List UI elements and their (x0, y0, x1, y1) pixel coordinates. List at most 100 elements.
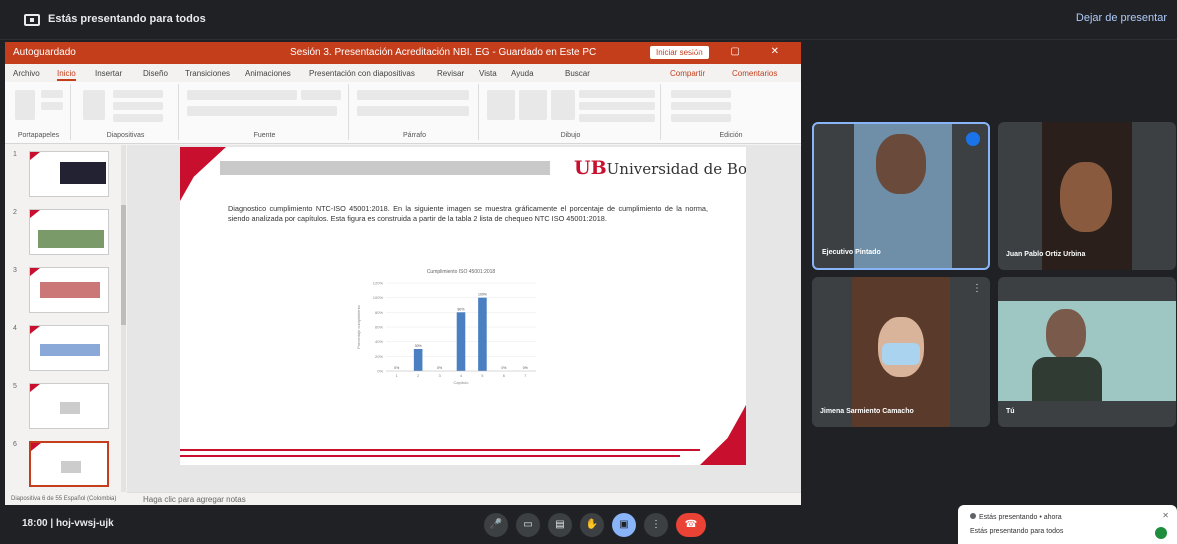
stop-presenting-button[interactable]: Dejar de presentar (1076, 12, 1167, 24)
tab-archivo[interactable]: Archivo (13, 69, 40, 78)
participant-tile[interactable]: Juan Pablo Ortiz Urbina (998, 122, 1176, 270)
participant-face (1060, 162, 1112, 232)
cut-button[interactable] (41, 90, 63, 98)
replace-button[interactable] (671, 102, 731, 110)
file-title: Sesión 3. Presentación Acreditación NBI.… (290, 47, 597, 58)
thumbnail-scrollbar[interactable] (121, 145, 126, 492)
y-tick-label: 80% (375, 310, 383, 315)
group-paragraph: Párrafo (351, 84, 479, 140)
x-tick-label: 3 (438, 373, 441, 378)
y-tick-label: 120% (373, 281, 384, 286)
copy-button[interactable] (41, 102, 63, 110)
group-label: Dibujo (560, 132, 581, 139)
chart-bar (478, 297, 487, 371)
tab-vista[interactable]: Vista (479, 69, 497, 78)
group-label: Edición (719, 132, 743, 139)
list-buttons[interactable] (357, 90, 469, 100)
share-button[interactable]: Compartir (670, 69, 705, 78)
presenting-bar: Estás presentando para todos Dejar de pr… (0, 0, 1177, 40)
thumb-number: 5 (13, 383, 17, 390)
captions-icon[interactable]: ▤ (548, 513, 572, 537)
tab-ayuda[interactable]: Ayuda (511, 69, 534, 78)
section-button[interactable] (113, 114, 163, 122)
slide-thumbnail[interactable] (29, 209, 109, 255)
notes-pane[interactable]: Haga clic para agregar notas (127, 492, 801, 505)
data-label: 0% (501, 366, 506, 370)
autosave-toggle[interactable]: Autoguardado (13, 47, 76, 58)
group-clipboard: Portapapeles (7, 84, 71, 140)
participant-tile[interactable]: Tú (998, 277, 1176, 427)
check-icon[interactable] (1155, 527, 1167, 539)
participant-name: Tú (1006, 408, 1015, 415)
participant-face (1046, 309, 1086, 359)
y-tick-label: 100% (373, 295, 384, 300)
shape-effects-button[interactable] (579, 114, 655, 122)
red-footer-lines (180, 449, 700, 461)
shape-outline-button[interactable] (579, 102, 655, 110)
x-tick-label: 4 (460, 373, 463, 378)
powerpoint-window: Autoguardado Sesión 3. Presentación Acre… (5, 42, 801, 505)
chart-bar (413, 349, 423, 371)
select-button[interactable] (671, 114, 731, 122)
comments-button[interactable]: Comentarios (732, 69, 777, 78)
search-tab[interactable]: Buscar (565, 69, 590, 78)
presenting-title: Estás presentando para todos (48, 13, 206, 25)
y-tick-label: 20% (375, 354, 383, 359)
slide[interactable]: UBUniversidad de Boyacá Diagnostico cump… (180, 147, 746, 465)
participant-name: Juan Pablo Ortiz Urbina (1006, 251, 1086, 258)
slide-thumbnail[interactable] (29, 267, 109, 313)
paste-button[interactable] (15, 90, 35, 120)
y-axis-label: Porcentaje cumplimiento (356, 304, 361, 349)
participant-face (876, 134, 926, 194)
hangup-icon[interactable]: ☎ (676, 513, 706, 537)
group-editing: Edición (663, 84, 799, 140)
group-label: Fuente (253, 132, 276, 139)
mic-icon[interactable]: 🎤 (484, 513, 508, 537)
tab-inicio[interactable]: Inicio (57, 69, 76, 81)
tab-diseno[interactable]: Diseño (143, 69, 168, 78)
tab-presentacion[interactable]: Presentación con diapositivas (309, 69, 415, 78)
tab-revisar[interactable]: Revisar (437, 69, 464, 78)
meet-window: Estás presentando para todos Dejar de pr… (0, 0, 1177, 544)
raise-hand-icon[interactable]: ✋ (580, 513, 604, 537)
more-options-icon[interactable]: ⋮ (972, 283, 982, 294)
font-format-buttons[interactable] (187, 106, 337, 116)
group-label: Párrafo (403, 132, 426, 139)
ribbon-tabs: Archivo Inicio Insertar Diseño Transicio… (5, 64, 801, 82)
align-buttons[interactable] (357, 106, 469, 116)
arrange-button[interactable] (487, 90, 515, 120)
slide-thumbnail[interactable] (29, 325, 109, 371)
shape-styles-button[interactable] (551, 90, 575, 120)
grey-header-bar (220, 161, 550, 175)
layout-button[interactable] (113, 90, 163, 98)
camera-icon[interactable]: ▭ (516, 513, 540, 537)
new-slide-button[interactable] (83, 90, 105, 120)
window-controls[interactable]: — ▢ ✕ (690, 46, 793, 57)
tab-animaciones[interactable]: Animaciones (245, 69, 291, 78)
participant-tile[interactable]: Ejecutivo Pintado (812, 122, 990, 270)
compliance-chart: Cumplimiento ISO 45001:2018 0% 20% 40% 60% 80… (350, 265, 550, 395)
font-size-select[interactable] (301, 90, 341, 100)
thumb-number: 3 (13, 267, 17, 274)
data-label: 100% (478, 293, 487, 297)
slide-thumbnail-selected[interactable] (29, 441, 109, 487)
close-icon[interactable]: ✕ (1162, 511, 1169, 520)
speaking-indicator-icon (966, 132, 980, 146)
group-label: Portapapeles (17, 132, 60, 139)
participant-tile[interactable]: ⋮ Jimena Sarmiento Camacho (812, 277, 990, 427)
thumb-number: 2 (13, 209, 17, 216)
x-tick-label: 2 (417, 373, 420, 378)
find-button[interactable] (671, 90, 731, 98)
reset-button[interactable] (113, 102, 163, 110)
slide-thumbnail[interactable] (29, 151, 109, 197)
notification-title: Estás presentando • ahora (970, 513, 1062, 521)
participant-name: Jimena Sarmiento Camacho (820, 408, 914, 415)
font-name-select[interactable] (187, 90, 297, 100)
quick-styles-button[interactable] (519, 90, 547, 120)
present-icon[interactable]: ▣ (612, 513, 636, 537)
tab-insertar[interactable]: Insertar (95, 69, 122, 78)
shape-fill-button[interactable] (579, 90, 655, 98)
more-icon[interactable]: ⋮ (644, 513, 668, 537)
slide-thumbnail[interactable] (29, 383, 109, 429)
tab-transiciones[interactable]: Transiciones (185, 69, 230, 78)
